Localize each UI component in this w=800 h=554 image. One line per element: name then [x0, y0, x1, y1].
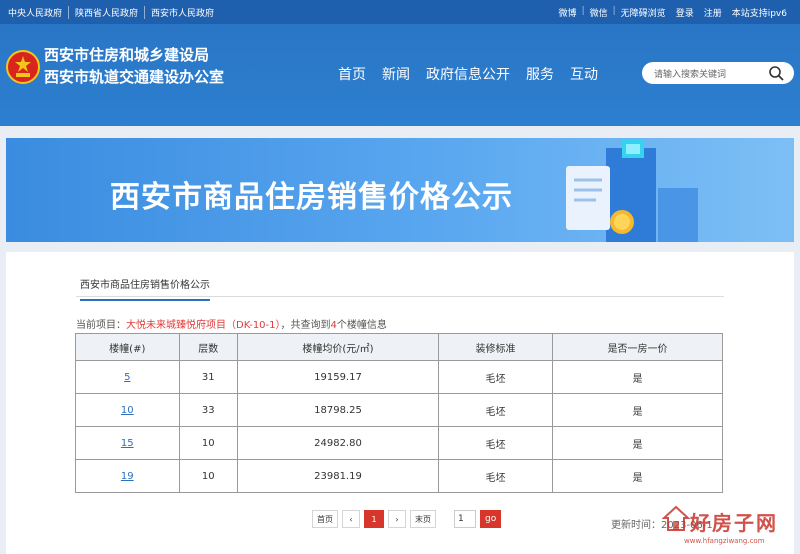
- floors-cell: 10: [178, 459, 239, 493]
- prev-page-button[interactable]: ‹: [342, 510, 360, 528]
- nav-home[interactable]: 首页: [338, 64, 366, 84]
- table-row: 10 33 18798.25 毛坯 是: [75, 393, 723, 427]
- decoration-cell: 毛坯: [437, 459, 554, 493]
- project-name: 大悦未来城臻悦府项目（DK-10-1）: [126, 320, 281, 331]
- gov-link-central[interactable]: 中央人民政府: [8, 6, 70, 19]
- org-name-line1: 西安市住房和城乡建设局: [44, 46, 210, 64]
- page-number-input[interactable]: 1: [454, 510, 476, 528]
- tab-price-announcement[interactable]: 西安市商品住房销售价格公示: [80, 276, 210, 301]
- building-link[interactable]: 10: [121, 405, 134, 416]
- avg-price-cell: 23981.19: [237, 459, 439, 493]
- current-page-button[interactable]: 1: [364, 510, 384, 528]
- national-emblem-icon: [6, 50, 40, 84]
- watermark-url: www.hfangziwang.com: [684, 537, 765, 545]
- col-floors: 层数: [178, 333, 239, 361]
- weibo-link[interactable]: 微博: [554, 6, 582, 19]
- wechat-link[interactable]: 微信: [585, 6, 613, 19]
- nav-gov-info[interactable]: 政府信息公开: [426, 64, 510, 84]
- next-page-button[interactable]: ›: [388, 510, 406, 528]
- info-mid: ，共查询到: [280, 320, 331, 331]
- info-suffix: 个楼幢信息: [336, 320, 387, 331]
- table-row: 5 31 19159.17 毛坯 是: [75, 360, 723, 394]
- one-price-cell: 是: [552, 426, 723, 460]
- nav-service[interactable]: 服务: [526, 64, 554, 84]
- floors-cell: 33: [178, 393, 239, 427]
- watermark: 好房子网 www.hfangziwang.com: [662, 505, 796, 551]
- top-right-links: 微博 | 微信 | 无障碍浏览 登录 注册 本站支持ipv6: [554, 6, 792, 19]
- decoration-cell: 毛坯: [437, 426, 554, 460]
- nav-interact[interactable]: 互动: [570, 64, 598, 84]
- login-link[interactable]: 登录: [671, 6, 699, 19]
- one-price-cell: 是: [552, 393, 723, 427]
- gov-link-xian[interactable]: 西安市人民政府: [145, 6, 220, 19]
- avg-price-cell: 18798.25: [237, 393, 439, 427]
- top-bar: 中央人民政府 陕西省人民政府 西安市人民政府 微博 | 微信 | 无障碍浏览 登录 …: [0, 0, 800, 24]
- search-icon[interactable]: [768, 65, 784, 81]
- avg-price-cell: 24982.80: [237, 426, 439, 460]
- building-link[interactable]: 19: [121, 471, 134, 482]
- one-price-cell: 是: [552, 459, 723, 493]
- building-link[interactable]: 15: [121, 438, 134, 449]
- search-input[interactable]: 请输入搜索关键词: [654, 67, 726, 80]
- table-row: 19 10 23981.19 毛坯 是: [75, 459, 723, 493]
- col-building: 楼幢(#): [75, 333, 180, 361]
- decoration-cell: 毛坯: [437, 360, 554, 394]
- nav-news[interactable]: 新闻: [382, 64, 410, 84]
- building-price-table: 楼幢(#) 层数 楼幢均价(元/㎡) 装修标准 是否一房一价 5 31 1915…: [75, 333, 723, 493]
- accessibility-link[interactable]: 无障碍浏览: [616, 6, 671, 19]
- building-illustration-icon: [566, 140, 698, 242]
- org-name-line2: 西安市轨道交通建设办公室: [44, 68, 225, 86]
- go-button[interactable]: go: [480, 510, 502, 528]
- ipv6-note: 本站支持ipv6: [731, 9, 787, 19]
- floors-cell: 31: [178, 360, 239, 394]
- col-decoration: 装修标准: [437, 333, 554, 361]
- house-logo-icon: [662, 505, 690, 531]
- tab-divider: [76, 296, 724, 297]
- floors-cell: 10: [178, 426, 239, 460]
- col-avg-price: 楼幢均价(元/㎡): [237, 333, 439, 361]
- building-link[interactable]: 5: [124, 372, 130, 383]
- first-page-button[interactable]: 首页: [312, 510, 338, 528]
- avg-price-cell: 19159.17: [237, 360, 439, 394]
- col-one-price: 是否一房一价: [552, 333, 723, 361]
- org-title[interactable]: 西安市住房和城乡建设局 西安市轨道交通建设办公室: [44, 44, 224, 88]
- last-page-button[interactable]: 末页: [410, 510, 436, 528]
- pagination: 首页 ‹ 1 › 末页 1 go: [312, 510, 502, 528]
- gov-link-shaanxi[interactable]: 陕西省人民政府: [69, 6, 146, 19]
- register-link[interactable]: 注册: [699, 6, 727, 19]
- one-price-cell: 是: [552, 360, 723, 394]
- decoration-cell: 毛坯: [437, 393, 554, 427]
- table-row: 15 10 24982.80 毛坯 是: [75, 426, 723, 460]
- watermark-text: 好房子网: [690, 511, 778, 535]
- info-prefix: 当前项目：: [76, 320, 126, 331]
- page-banner: 西安市商品住房销售价格公示: [6, 138, 794, 242]
- project-info: 当前项目：大悦未来城臻悦府项目（DK-10-1），共查询到4个楼幢信息: [76, 316, 387, 331]
- gov-links: 中央人民政府 陕西省人民政府 西安市人民政府: [8, 6, 220, 19]
- banner-title: 西安市商品住房销售价格公示: [110, 180, 513, 215]
- table-header-row: 楼幢(#) 层数 楼幢均价(元/㎡) 装修标准 是否一房一价: [75, 333, 723, 361]
- main-nav: 首页 新闻 政府信息公开 服务 互动: [338, 64, 614, 84]
- site-header: 西安市住房和城乡建设局 西安市轨道交通建设办公室 首页 新闻 政府信息公开 服务…: [0, 24, 800, 126]
- search-box[interactable]: 请输入搜索关键词: [642, 62, 794, 84]
